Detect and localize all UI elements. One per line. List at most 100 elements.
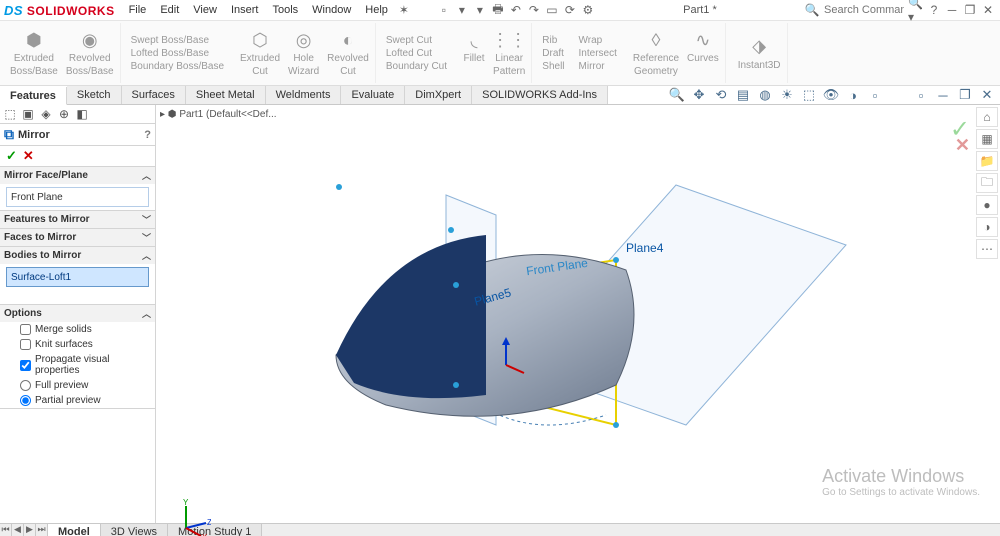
tab-scroll-prev-icon[interactable]: ◀	[12, 524, 24, 536]
open-icon[interactable]: ▾	[454, 2, 470, 18]
curves-button[interactable]: ∿Curves	[687, 29, 719, 77]
print-icon[interactable]: 🖶	[490, 2, 506, 18]
revolved-cut-button[interactable]: ◐RevolvedCut	[327, 29, 369, 77]
tab-scroll-first-icon[interactable]: ⏮	[0, 524, 12, 536]
doc-max-icon[interactable]: ─	[934, 86, 952, 104]
menubar: DS SOLIDWORKS File Edit View Insert Tool…	[0, 0, 1000, 21]
rib-button[interactable]: Rib	[538, 34, 568, 47]
tab-evaluate[interactable]: Evaluate	[341, 86, 405, 104]
opt-partial-preview[interactable]: Partial preview	[0, 393, 155, 408]
mirror-icon: ⧉	[4, 126, 14, 143]
search-icon[interactable]: 🔍	[804, 2, 820, 18]
tab-scroll-last-icon[interactable]: ⏭	[36, 524, 48, 536]
mirror-face-field[interactable]: Front Plane	[6, 187, 149, 207]
menu-help[interactable]: Help	[359, 2, 394, 18]
doc-min-icon[interactable]: ▫	[912, 86, 930, 104]
draft-button[interactable]: Draft	[538, 47, 568, 60]
cancel-button[interactable]: ✕	[23, 148, 34, 164]
config-icon[interactable]: ◈	[38, 106, 54, 122]
feature-tree-icon[interactable]: ⬚	[2, 106, 18, 122]
menu-window[interactable]: Window	[306, 2, 357, 18]
help-icon[interactable]: ?	[926, 2, 942, 18]
swept-cut-button[interactable]: Swept Cut	[382, 34, 451, 47]
hud-display-icon[interactable]: ◍	[756, 86, 774, 104]
ok-button[interactable]: ✓	[6, 148, 17, 164]
menu-view[interactable]: View	[187, 2, 223, 18]
revolved-boss-button[interactable]: ◉RevolvedBoss/Base	[66, 29, 114, 77]
fillet-button[interactable]: ◟Fillet	[463, 29, 485, 77]
new-icon[interactable]: ▫	[436, 2, 452, 18]
hud-scene-icon[interactable]: ☀	[778, 86, 796, 104]
hud-hide-icon[interactable]: 👁	[822, 86, 840, 104]
property-icon[interactable]: ▣	[20, 106, 36, 122]
svg-text:Y: Y	[183, 498, 189, 507]
swept-boss-button[interactable]: Swept Boss/Base	[127, 34, 228, 47]
hole-wizard-button[interactable]: ◎HoleWizard	[288, 29, 319, 77]
save-icon[interactable]: ▾	[472, 2, 488, 18]
doc-close-icon[interactable]: ✕	[978, 86, 996, 104]
tab-sketch[interactable]: Sketch	[67, 86, 122, 104]
opt-knit[interactable]: Knit surfaces	[0, 337, 155, 352]
display-icon[interactable]: ◧	[74, 106, 90, 122]
tab-addins[interactable]: SOLIDWORKS Add-Ins	[472, 86, 608, 104]
opt-merge[interactable]: Merge solids	[0, 322, 155, 337]
close-icon[interactable]: ✕	[980, 2, 996, 18]
search-input[interactable]	[822, 3, 906, 17]
wrap-button[interactable]: Wrap	[575, 34, 621, 47]
intersect-button[interactable]: Intersect	[575, 47, 621, 60]
pm-help-icon[interactable]: ?	[144, 129, 151, 141]
hud-section-icon[interactable]: ▤	[734, 86, 752, 104]
doc-restore-icon[interactable]: ❐	[956, 86, 974, 104]
instant3d-button[interactable]: ⬗Instant3D	[738, 36, 781, 71]
rebuild-icon[interactable]: ⟳	[562, 2, 578, 18]
menu-file[interactable]: File	[123, 2, 153, 18]
menu-insert[interactable]: Insert	[225, 2, 265, 18]
hud-rotate-icon[interactable]: ⟲	[712, 86, 730, 104]
section-faces[interactable]: Faces to Mirror﹀	[0, 229, 155, 246]
tab-scroll-next-icon[interactable]: ▶	[24, 524, 36, 536]
tab-weldments[interactable]: Weldments	[266, 86, 342, 104]
graphics-viewport[interactable]: ▸ ⬢ Part1 (Default<<Def... ✓ ✕ ⌂ ▦ 📁 🗀 ●…	[156, 105, 1000, 523]
extruded-cut-button[interactable]: ⬡ExtrudedCut	[240, 29, 280, 77]
undo-icon[interactable]: ↶	[508, 2, 524, 18]
dim-icon[interactable]: ⊕	[56, 106, 72, 122]
bodies-field[interactable]: Surface-Loft1	[6, 267, 149, 287]
boundary-cut-button[interactable]: Boundary Cut	[382, 60, 451, 73]
ref-geometry-button[interactable]: ◊ReferenceGeometry	[633, 29, 679, 77]
shell-button[interactable]: Shell	[538, 60, 568, 73]
section-features[interactable]: Features to Mirror﹀	[0, 211, 155, 228]
redo-icon[interactable]: ↷	[526, 2, 542, 18]
extruded-boss-button[interactable]: ⬢ExtrudedBoss/Base	[10, 29, 58, 77]
hud-misc-icon[interactable]: ▫	[866, 86, 884, 104]
section-bodies[interactable]: Bodies to Mirror︿	[0, 247, 155, 264]
hud-zoom-icon[interactable]: 🔍	[668, 86, 686, 104]
hud-appearance-icon[interactable]: ◑	[844, 86, 862, 104]
tab-3dviews[interactable]: 3D Views	[101, 524, 168, 536]
minimize-icon[interactable]: ─	[944, 2, 960, 18]
opt-full-preview[interactable]: Full preview	[0, 378, 155, 393]
select-icon[interactable]: ▭	[544, 2, 560, 18]
hud-pan-icon[interactable]: ✥	[690, 86, 708, 104]
pin-icon[interactable]: ✶	[396, 2, 412, 18]
hud-view-icon[interactable]: ⬚	[800, 86, 818, 104]
menu-edit[interactable]: Edit	[154, 2, 185, 18]
tab-model[interactable]: Model	[48, 524, 101, 536]
options-icon[interactable]: ⚙	[580, 2, 596, 18]
tab-sheetmetal[interactable]: Sheet Metal	[186, 86, 266, 104]
lofted-boss-button[interactable]: Lofted Boss/Base	[127, 47, 228, 60]
tab-features[interactable]: Features	[0, 87, 67, 105]
label-plane4: Plane4	[626, 241, 663, 255]
opt-propagate[interactable]: Propagate visual properties	[0, 352, 155, 378]
tab-surfaces[interactable]: Surfaces	[122, 86, 186, 104]
model-rendering	[156, 105, 1000, 523]
menu-tools[interactable]: Tools	[266, 2, 304, 18]
section-options[interactable]: Options︿	[0, 305, 155, 322]
section-mirror-face[interactable]: Mirror Face/Plane︿	[0, 167, 155, 184]
tab-dimxpert[interactable]: DimXpert	[405, 86, 472, 104]
search-dropdown-icon[interactable]: 🔍▾	[908, 2, 924, 18]
linear-pattern-button[interactable]: ⋮⋮LinearPattern	[493, 29, 525, 77]
mirror-button[interactable]: Mirror	[575, 60, 621, 73]
restore-icon[interactable]: ❐	[962, 2, 978, 18]
boundary-boss-button[interactable]: Boundary Boss/Base	[127, 60, 228, 73]
lofted-cut-button[interactable]: Lofted Cut	[382, 47, 451, 60]
